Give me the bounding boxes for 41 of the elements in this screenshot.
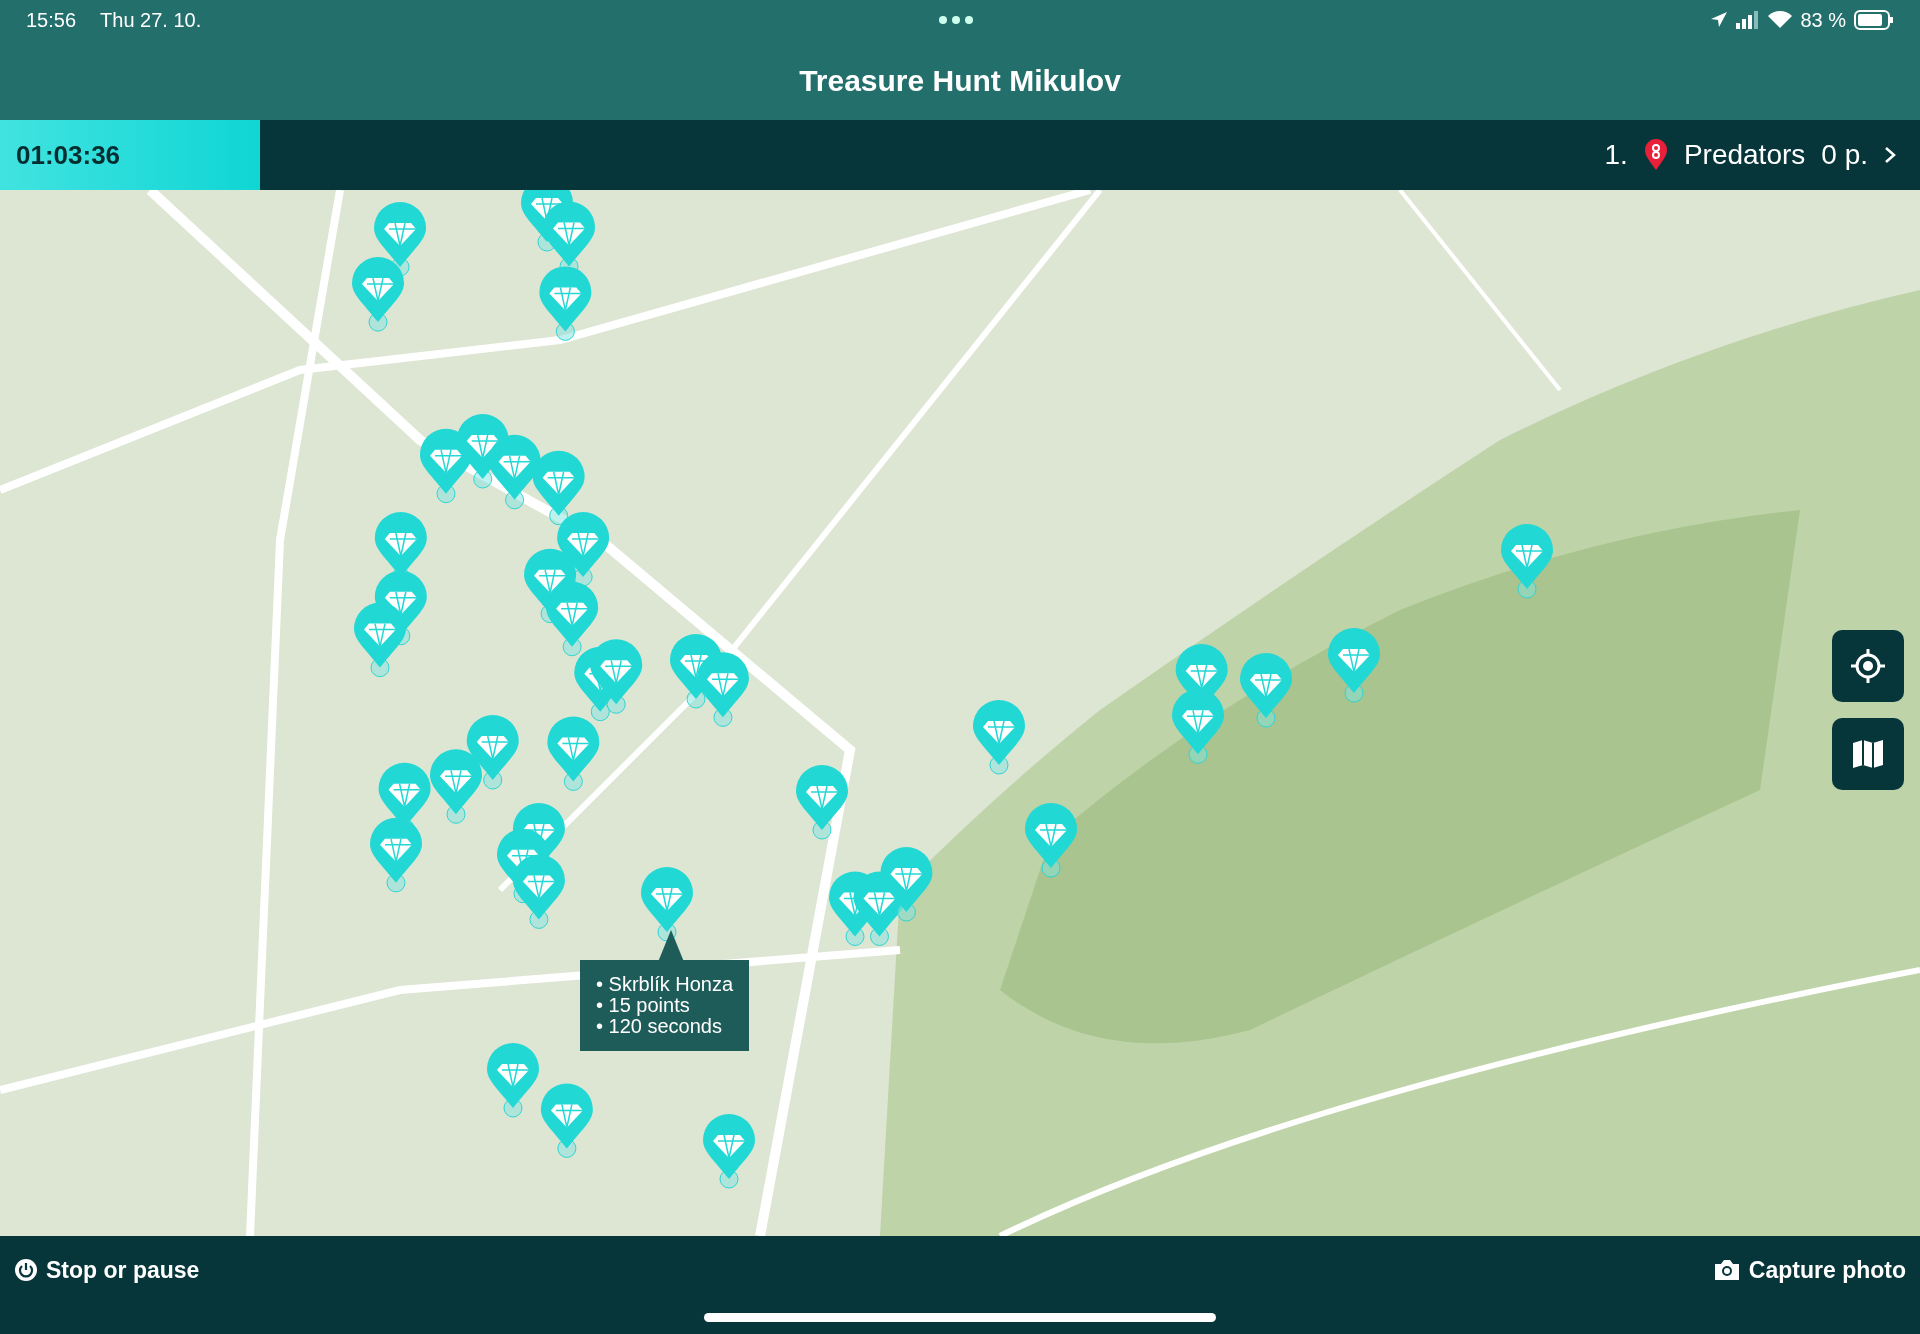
capture-photo-button[interactable]: Capture photo bbox=[1706, 1252, 1912, 1289]
timer: 01:03:36 bbox=[0, 120, 260, 190]
map-layers-button[interactable] bbox=[1832, 718, 1904, 790]
diamond-pin-icon[interactable] bbox=[1326, 627, 1383, 704]
diamond-pin-icon[interactable] bbox=[793, 764, 850, 841]
locate-button[interactable] bbox=[1832, 630, 1904, 702]
map-pin-icon bbox=[1643, 139, 1668, 171]
battery-icon bbox=[1854, 10, 1894, 30]
team-score: 0 p. bbox=[1821, 138, 1868, 172]
diamond-pin-icon[interactable] bbox=[700, 1113, 757, 1190]
diamond-pin-icon[interactable] bbox=[1498, 523, 1555, 599]
diamond-pin-icon[interactable] bbox=[639, 865, 696, 942]
diamond-pin-cluster-icon[interactable] bbox=[1169, 643, 1230, 765]
diamond-pin-cluster-icon[interactable] bbox=[826, 846, 935, 947]
team-name[interactable]: Predators bbox=[1683, 134, 1806, 176]
status-time: 15:56 bbox=[26, 8, 77, 33]
diamond-pin-cluster-icon[interactable] bbox=[367, 714, 521, 893]
diamond-pin-cluster-icon[interactable] bbox=[519, 190, 598, 342]
team-rank: 1. bbox=[1604, 138, 1628, 172]
crosshair-icon bbox=[1850, 648, 1886, 684]
power-icon bbox=[14, 1258, 38, 1283]
signal-icon bbox=[1736, 11, 1761, 29]
diamond-pin-icon[interactable] bbox=[1238, 651, 1295, 728]
diamond-pin-cluster-icon[interactable] bbox=[667, 633, 751, 728]
chevron-right-icon[interactable] bbox=[1884, 146, 1896, 164]
diamond-pin-icon[interactable] bbox=[1022, 802, 1079, 879]
location-arrow-icon bbox=[1710, 11, 1729, 29]
folded-map-icon bbox=[1851, 738, 1885, 770]
stop-pause-button[interactable]: Stop or pause bbox=[8, 1252, 206, 1289]
diamond-pin-cluster-icon[interactable] bbox=[351, 510, 429, 678]
pin-tooltip: • Skrblík Honza • 15 points • 120 seconds bbox=[580, 960, 750, 1051]
more-dots-icon bbox=[937, 15, 974, 25]
diamond-pin-icon[interactable] bbox=[971, 699, 1028, 776]
diamond-pin-cluster-icon[interactable] bbox=[485, 1042, 595, 1159]
app-title: Treasure Hunt Mikulov bbox=[799, 62, 1121, 99]
camera-icon bbox=[1712, 1258, 1741, 1283]
diamond-pin-cluster-icon[interactable] bbox=[350, 200, 429, 333]
diamond-pin-cluster-icon[interactable] bbox=[494, 802, 567, 930]
battery-percent: 83 % bbox=[1800, 8, 1846, 33]
status-date: Thu 27. 10. bbox=[100, 8, 202, 33]
wifi-icon bbox=[1768, 11, 1793, 29]
